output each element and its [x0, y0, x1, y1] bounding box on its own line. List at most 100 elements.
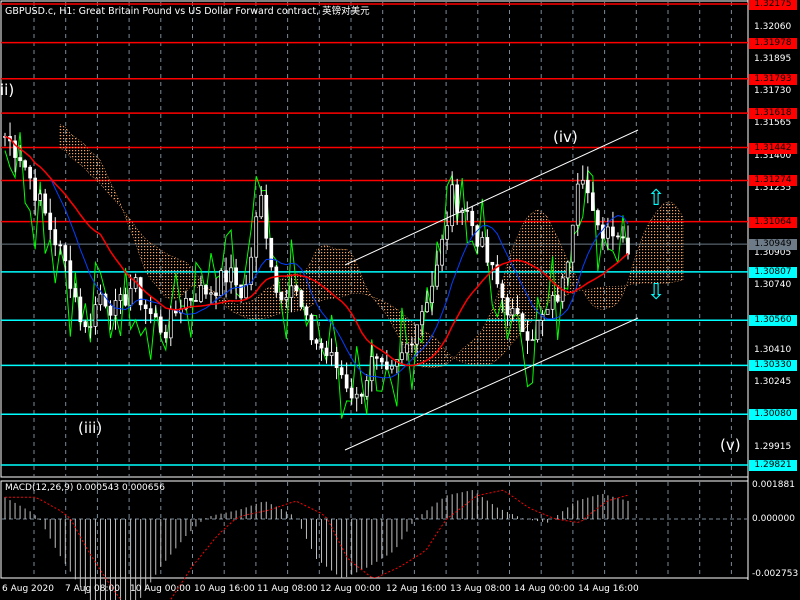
candle-body: [324, 347, 329, 356]
macd-tick-zero: 0.000000: [752, 514, 795, 524]
candle-body: [515, 308, 520, 315]
candle-body: [606, 226, 610, 239]
candle-body: [78, 296, 83, 323]
candle-body: [153, 313, 158, 318]
candle-body: [555, 295, 560, 302]
candle-body: [68, 260, 73, 289]
candle-body: [108, 305, 113, 316]
candle-body: [279, 292, 284, 300]
candle-body: [580, 179, 585, 185]
candle-body: [575, 183, 580, 226]
candle-body: [470, 210, 475, 227]
time-tick: 10 Aug 00:00: [130, 584, 191, 594]
candle-body: [440, 238, 444, 266]
candle-body: [269, 237, 274, 268]
time-tick: 12 Aug 00:00: [320, 584, 381, 594]
candle-body: [284, 297, 289, 300]
candle-body: [138, 277, 143, 306]
candle-body: [565, 261, 570, 279]
resistance-price-tag: 1.31442: [749, 142, 797, 154]
candle-body: [244, 284, 249, 299]
candle-body: [374, 356, 379, 359]
support-price-tag: 1.30080: [749, 409, 797, 421]
macd-tick-min: -0.002753: [752, 569, 799, 579]
chart-title: GBPUSD.c, H1: Great Britain Pound vs US …: [5, 6, 370, 17]
candle-body: [550, 295, 555, 310]
candle-body: [465, 210, 470, 212]
support-price-tag: 1.29821: [749, 460, 797, 471]
candle-body: [28, 166, 32, 179]
candle-body: [611, 226, 615, 237]
candle-body: [339, 367, 344, 376]
candle-body: [530, 339, 535, 342]
price-tick: 1.30245: [754, 376, 792, 387]
time-tick: 12 Aug 16:00: [386, 584, 447, 594]
down-arrow-icon: ⇩: [647, 280, 666, 305]
candle-body: [304, 306, 309, 316]
resistance-price-tag: 1.31618: [749, 108, 797, 120]
macd-label: MACD(12,26,9) 0.000543 0.000656: [5, 483, 165, 493]
candle-body: [480, 237, 485, 247]
candle-body: [219, 270, 223, 296]
candle-body: [379, 358, 384, 363]
candle-body: [224, 270, 228, 283]
candle-body: [23, 160, 27, 168]
candle-body: [254, 216, 259, 258]
candle-body: [274, 266, 279, 293]
candle-body: [585, 179, 590, 194]
candle-body: [148, 308, 153, 314]
candle-body: [520, 313, 525, 332]
candle-body: [435, 264, 439, 287]
candle-body: [48, 212, 53, 230]
candle-body: [158, 316, 163, 333]
candle-body: [309, 314, 314, 341]
time-tick: 6 Aug 2020: [2, 584, 54, 594]
candle-body: [199, 285, 203, 302]
candle-body: [189, 298, 193, 301]
candle-body: [344, 374, 349, 389]
candle-body: [209, 292, 213, 295]
candle-body: [545, 308, 550, 315]
candle-body: [384, 361, 389, 370]
candle-body: [289, 285, 294, 298]
candle-body: [299, 290, 304, 308]
resistance-price-tag: 1.31274: [749, 175, 797, 187]
candle-body: [229, 267, 233, 283]
price-chart[interactable]: [0, 0, 800, 600]
candle-body: [621, 236, 625, 239]
candle-body: [364, 380, 369, 397]
wave-label-iii: (iii): [78, 419, 103, 437]
time-tick: 13 Aug 08:00: [450, 584, 511, 594]
candle-body: [314, 339, 319, 344]
candle-body: [329, 351, 334, 356]
time-tick: 11 Aug 08:00: [257, 584, 318, 594]
candle-body: [596, 210, 600, 226]
candle-body: [420, 311, 424, 326]
resistance-price-tag: 1.32175: [749, 0, 797, 10]
resistance-price-tag: 1.31793: [749, 73, 797, 85]
candle-body: [143, 304, 148, 310]
candle-body: [294, 285, 299, 292]
candle-body: [259, 194, 264, 218]
candle-body: [118, 294, 123, 301]
candle-body: [535, 320, 540, 341]
price-tick: 1.31565: [754, 118, 792, 129]
candle-body: [204, 285, 208, 295]
candle-body: [455, 184, 460, 213]
candle-body: [525, 331, 530, 341]
candle-body: [214, 292, 218, 296]
candle-body: [425, 302, 429, 313]
candle-body: [415, 324, 419, 345]
time-tick: 7 Aug 08:00: [65, 584, 120, 594]
macd-tick-max: 0.001881: [752, 480, 795, 490]
time-tick: 14 Aug 16:00: [578, 584, 639, 594]
candle-body: [400, 352, 404, 360]
candle-body: [234, 267, 238, 286]
price-tick: 1.30410: [754, 344, 792, 355]
up-arrow-icon: ⇧: [647, 186, 666, 211]
candle-body: [475, 225, 480, 247]
bid-price-tag: 1.30949: [749, 239, 797, 251]
support-price-tag: 1.30807: [749, 266, 797, 278]
candle-body: [450, 184, 455, 227]
wave-label-v: (v): [720, 436, 741, 454]
